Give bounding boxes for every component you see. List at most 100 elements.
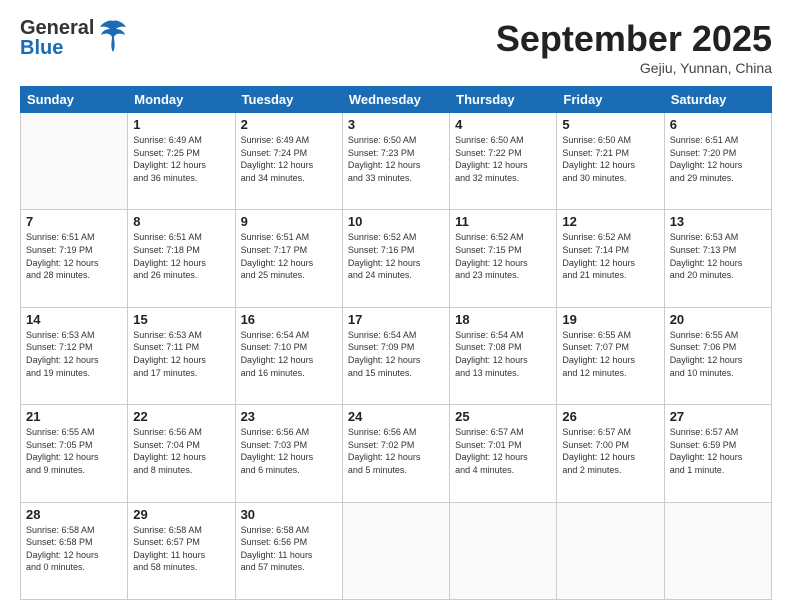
day-info: Sunrise: 6:56 AM Sunset: 7:02 PM Dayligh…	[348, 426, 444, 476]
weekday-thursday: Thursday	[450, 87, 557, 113]
day-info: Sunrise: 6:57 AM Sunset: 7:01 PM Dayligh…	[455, 426, 551, 476]
calendar-cell: 5 Sunrise: 6:50 AM Sunset: 7:21 PM Daylig…	[557, 113, 664, 210]
day-number: 29	[133, 507, 229, 522]
calendar-cell: 13Sunrise: 6:53 AM Sunset: 7:13 PM Dayli…	[664, 210, 771, 307]
header: General Blue September 2025 Gejiu, Yunna…	[20, 18, 772, 76]
day-number: 26	[562, 409, 658, 424]
day-info: Sunrise: 6:55 AM Sunset: 7:05 PM Dayligh…	[26, 426, 122, 476]
calendar-cell: 2Sunrise: 6:49 AM Sunset: 7:24 PM Daylig…	[235, 113, 342, 210]
day-number: 9	[241, 214, 337, 229]
weekday-saturday: Saturday	[664, 87, 771, 113]
day-info: Sunrise: 6:54 AM Sunset: 7:08 PM Dayligh…	[455, 329, 551, 379]
weekday-sunday: Sunday	[21, 87, 128, 113]
week-row-2: 7 Sunrise: 6:51 AM Sunset: 7:19 PM Daylig…	[21, 210, 772, 307]
week-row-1: 1Sunrise: 6:49 AM Sunset: 7:25 PM Daylig…	[21, 113, 772, 210]
calendar-cell	[450, 502, 557, 599]
day-info: Sunrise: 6:53 AM Sunset: 7:12 PM Dayligh…	[26, 329, 122, 379]
day-number: 18	[455, 312, 551, 327]
day-info: Sunrise: 6:51 AM Sunset: 7:20 PM Dayligh…	[670, 134, 766, 184]
calendar-cell: 14Sunrise: 6:53 AM Sunset: 7:12 PM Dayli…	[21, 307, 128, 404]
calendar-cell: 8 Sunrise: 6:51 AM Sunset: 7:18 PM Daylig…	[128, 210, 235, 307]
day-info: Sunrise: 6:52 AM Sunset: 7:16 PM Dayligh…	[348, 231, 444, 281]
calendar-cell: 19 Sunrise: 6:55 AM Sunset: 7:07 PM Dayli…	[557, 307, 664, 404]
day-info: Sunrise: 6:57 AM Sunset: 7:00 PM Dayligh…	[562, 426, 658, 476]
day-info: Sunrise: 6:51 AM Sunset: 7:17 PM Dayligh…	[241, 231, 337, 281]
calendar-cell: 12Sunrise: 6:52 AM Sunset: 7:14 PM Dayli…	[557, 210, 664, 307]
page: General Blue September 2025 Gejiu, Yunna…	[0, 0, 792, 612]
day-number: 23	[241, 409, 337, 424]
day-info: Sunrise: 6:53 AM Sunset: 7:11 PM Dayligh…	[133, 329, 229, 379]
logo: General Blue	[20, 18, 128, 58]
calendar-cell: 30 Sunrise: 6:58 AM Sunset: 6:56 PM Dayli…	[235, 502, 342, 599]
logo-blue: Blue	[20, 38, 94, 58]
day-number: 25	[455, 409, 551, 424]
calendar-cell: 16 Sunrise: 6:54 AM Sunset: 7:10 PM Dayli…	[235, 307, 342, 404]
weekday-wednesday: Wednesday	[342, 87, 449, 113]
calendar-cell: 21 Sunrise: 6:55 AM Sunset: 7:05 PM Dayli…	[21, 405, 128, 502]
calendar-cell: 28Sunrise: 6:58 AM Sunset: 6:58 PM Dayli…	[21, 502, 128, 599]
title-block: September 2025 Gejiu, Yunnan, China	[496, 18, 772, 76]
calendar-cell	[557, 502, 664, 599]
day-number: 11	[455, 214, 551, 229]
day-number: 20	[670, 312, 766, 327]
day-number: 6	[670, 117, 766, 132]
week-row-4: 21 Sunrise: 6:55 AM Sunset: 7:05 PM Dayli…	[21, 405, 772, 502]
calendar-cell: 29Sunrise: 6:58 AM Sunset: 6:57 PM Dayli…	[128, 502, 235, 599]
day-number: 21	[26, 409, 122, 424]
week-row-5: 28Sunrise: 6:58 AM Sunset: 6:58 PM Dayli…	[21, 502, 772, 599]
calendar-cell	[342, 502, 449, 599]
day-info: Sunrise: 6:55 AM Sunset: 7:06 PM Dayligh…	[670, 329, 766, 379]
day-number: 4	[455, 117, 551, 132]
calendar-cell: 23 Sunrise: 6:56 AM Sunset: 7:03 PM Dayli…	[235, 405, 342, 502]
day-number: 30	[241, 507, 337, 522]
day-info: Sunrise: 6:54 AM Sunset: 7:09 PM Dayligh…	[348, 329, 444, 379]
day-number: 1	[133, 117, 229, 132]
calendar-cell: 20 Sunrise: 6:55 AM Sunset: 7:06 PM Dayli…	[664, 307, 771, 404]
day-info: Sunrise: 6:51 AM Sunset: 7:18 PM Dayligh…	[133, 231, 229, 281]
calendar-cell: 7 Sunrise: 6:51 AM Sunset: 7:19 PM Daylig…	[21, 210, 128, 307]
logo-bird-icon	[98, 19, 128, 54]
day-number: 13	[670, 214, 766, 229]
day-number: 19	[562, 312, 658, 327]
calendar-cell: 10Sunrise: 6:52 AM Sunset: 7:16 PM Dayli…	[342, 210, 449, 307]
weekday-tuesday: Tuesday	[235, 87, 342, 113]
day-number: 5	[562, 117, 658, 132]
day-info: Sunrise: 6:58 AM Sunset: 6:56 PM Dayligh…	[241, 524, 337, 574]
weekday-friday: Friday	[557, 87, 664, 113]
calendar-cell: 22Sunrise: 6:56 AM Sunset: 7:04 PM Dayli…	[128, 405, 235, 502]
calendar-cell	[21, 113, 128, 210]
calendar-cell: 26 Sunrise: 6:57 AM Sunset: 7:00 PM Dayli…	[557, 405, 664, 502]
day-info: Sunrise: 6:52 AM Sunset: 7:14 PM Dayligh…	[562, 231, 658, 281]
day-info: Sunrise: 6:50 AM Sunset: 7:21 PM Dayligh…	[562, 134, 658, 184]
day-info: Sunrise: 6:49 AM Sunset: 7:24 PM Dayligh…	[241, 134, 337, 184]
location-subtitle: Gejiu, Yunnan, China	[496, 60, 772, 76]
day-info: Sunrise: 6:52 AM Sunset: 7:15 PM Dayligh…	[455, 231, 551, 281]
day-info: Sunrise: 6:51 AM Sunset: 7:19 PM Dayligh…	[26, 231, 122, 281]
calendar-cell: 15 Sunrise: 6:53 AM Sunset: 7:11 PM Dayli…	[128, 307, 235, 404]
calendar-cell: 4 Sunrise: 6:50 AM Sunset: 7:22 PM Daylig…	[450, 113, 557, 210]
day-info: Sunrise: 6:56 AM Sunset: 7:03 PM Dayligh…	[241, 426, 337, 476]
calendar-cell: 11 Sunrise: 6:52 AM Sunset: 7:15 PM Dayli…	[450, 210, 557, 307]
day-number: 7	[26, 214, 122, 229]
day-number: 22	[133, 409, 229, 424]
week-row-3: 14Sunrise: 6:53 AM Sunset: 7:12 PM Dayli…	[21, 307, 772, 404]
calendar-cell: 1Sunrise: 6:49 AM Sunset: 7:25 PM Daylig…	[128, 113, 235, 210]
day-info: Sunrise: 6:50 AM Sunset: 7:22 PM Dayligh…	[455, 134, 551, 184]
weekday-monday: Monday	[128, 87, 235, 113]
calendar-table: SundayMondayTuesdayWednesdayThursdayFrid…	[20, 86, 772, 600]
day-info: Sunrise: 6:54 AM Sunset: 7:10 PM Dayligh…	[241, 329, 337, 379]
calendar-cell: 3Sunrise: 6:50 AM Sunset: 7:23 PM Daylig…	[342, 113, 449, 210]
weekday-header-row: SundayMondayTuesdayWednesdayThursdayFrid…	[21, 87, 772, 113]
day-info: Sunrise: 6:50 AM Sunset: 7:23 PM Dayligh…	[348, 134, 444, 184]
day-info: Sunrise: 6:55 AM Sunset: 7:07 PM Dayligh…	[562, 329, 658, 379]
day-info: Sunrise: 6:58 AM Sunset: 6:58 PM Dayligh…	[26, 524, 122, 574]
day-info: Sunrise: 6:57 AM Sunset: 6:59 PM Dayligh…	[670, 426, 766, 476]
logo-general: General	[20, 18, 94, 38]
day-number: 15	[133, 312, 229, 327]
day-number: 24	[348, 409, 444, 424]
day-number: 8	[133, 214, 229, 229]
calendar-cell	[664, 502, 771, 599]
month-title: September 2025	[496, 18, 772, 60]
day-number: 16	[241, 312, 337, 327]
logo-block: General Blue	[20, 18, 128, 58]
